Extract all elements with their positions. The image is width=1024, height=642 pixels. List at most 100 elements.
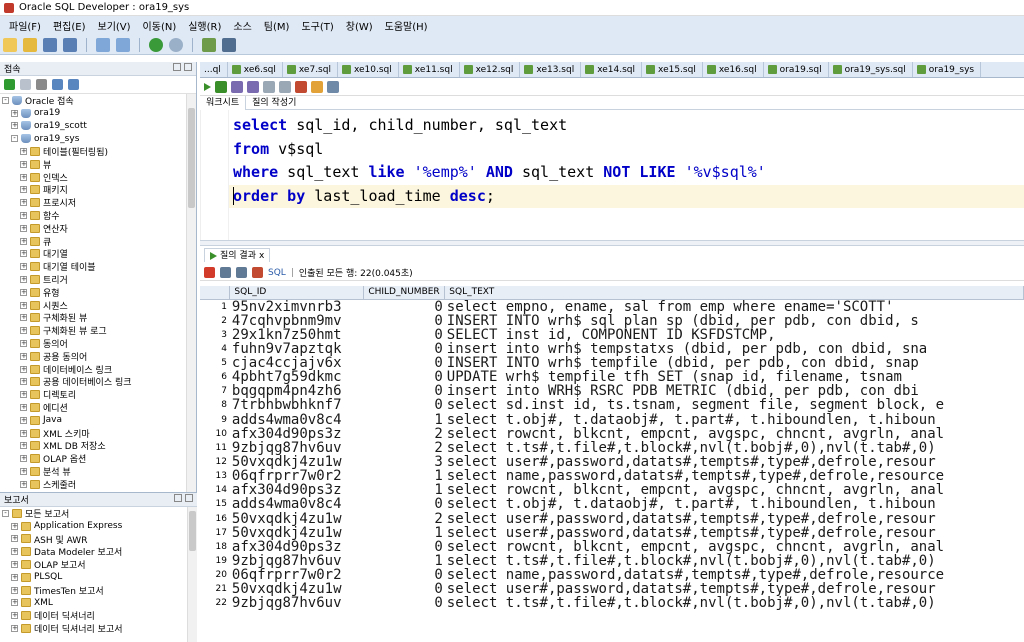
- run-script-icon[interactable]: [215, 80, 227, 93]
- expand-icon[interactable]: +: [20, 148, 27, 156]
- cell-child-number[interactable]: 1: [364, 483, 445, 497]
- expand-icon[interactable]: +: [20, 199, 27, 207]
- menu-item[interactable]: 실행(R): [182, 18, 227, 33]
- binoculars-icon[interactable]: [222, 37, 236, 52]
- cell-child-number[interactable]: 1: [364, 554, 445, 568]
- file-tab[interactable]: ...ql: [200, 62, 228, 77]
- cell-child-number[interactable]: 0: [364, 299, 445, 314]
- commit-icon[interactable]: [231, 80, 243, 93]
- cell-sql-text[interactable]: INSERT INTO wrh$ sql plan sp (dbid, per …: [445, 314, 1024, 328]
- expand-icon[interactable]: +: [20, 212, 27, 220]
- tree-item[interactable]: + 구체화된 뷰: [0, 312, 196, 324]
- connections-scrollbar[interactable]: [186, 94, 196, 494]
- tree-item[interactable]: + 함수: [0, 209, 196, 222]
- code-line[interactable]: select sql_id, child_number, sql_text: [233, 114, 567, 137]
- menu-item[interactable]: 이동(N): [137, 18, 183, 33]
- cell-sql-text[interactable]: select rowcnt, blkcnt, empcnt, avgspc, c…: [445, 540, 1024, 554]
- expand-icon[interactable]: +: [20, 173, 27, 181]
- cell-child-number[interactable]: 0: [364, 384, 445, 398]
- file-tab[interactable]: xe12.sql: [460, 62, 521, 77]
- collapse-icon[interactable]: -: [11, 135, 18, 143]
- refresh-icon[interactable]: [20, 79, 31, 90]
- tree-item[interactable]: + 시퀀스: [0, 299, 196, 312]
- expand-icon[interactable]: +: [20, 378, 27, 386]
- tree-item[interactable]: - ora19_sys: [0, 132, 196, 145]
- tree-item[interactable]: - 모든 보고서: [0, 507, 197, 520]
- column-header[interactable]: SQL_TEXT: [444, 286, 1024, 300]
- expand-icon[interactable]: +: [20, 263, 27, 271]
- tree-item[interactable]: + Application Express: [0, 520, 197, 533]
- rollback-icon[interactable]: [247, 80, 259, 93]
- cell-child-number[interactable]: 0: [364, 328, 445, 342]
- cell-sql-text[interactable]: select t.ts#,t.file#,t.block#,nvl(t.bobj…: [445, 554, 1024, 568]
- tree-item[interactable]: + 트리거: [0, 273, 196, 286]
- new-file-icon[interactable]: [3, 37, 17, 52]
- cell-sql-id[interactable]: 50vxqdkj4zu1w: [230, 511, 364, 525]
- tree-item[interactable]: + 구체화된 뷰 로그: [0, 324, 196, 337]
- cell-child-number[interactable]: 0: [364, 596, 445, 610]
- cell-sql-id[interactable]: 9zbjqg87hv6uv: [230, 596, 364, 610]
- add-connection-icon[interactable]: [4, 79, 15, 90]
- collapse-icon[interactable]: -: [2, 96, 9, 104]
- table-row[interactable]: 9 adds4wma0v8c4 1 select t.obj#, t.dataobj#…: [200, 412, 1024, 427]
- scrollbar-thumb[interactable]: [189, 511, 196, 551]
- expand-icon[interactable]: +: [11, 122, 18, 130]
- tree-item[interactable]: + TimesTen 보고서: [0, 584, 197, 597]
- tree-item[interactable]: + 디렉토리: [0, 388, 196, 401]
- tab-query-result[interactable]: 질의 결과 x: [204, 248, 271, 262]
- result-grid[interactable]: SQL_ID CHILD_NUMBER SQL_TEXT 1 95nv2ximvnrb…: [200, 286, 1024, 642]
- sql-result-icon[interactable]: [252, 267, 263, 278]
- file-tab[interactable]: xe14.sql: [581, 62, 643, 77]
- cell-sql-id[interactable]: 47cqhvpbnm9mv: [230, 314, 364, 328]
- tree-item[interactable]: + 대기열 테이블: [0, 260, 196, 273]
- tree-item[interactable]: + OLAP 옵션: [0, 452, 196, 465]
- tree-item[interactable]: + 동의어: [0, 337, 196, 350]
- expand-icon[interactable]: +: [11, 586, 18, 594]
- cell-sql-text[interactable]: select rowcnt, blkcnt, empcnt, avgspc, c…: [445, 483, 1024, 497]
- expand-icon[interactable]: +: [20, 327, 27, 335]
- cell-sql-text[interactable]: select name,password,datats#,tempts#,typ…: [445, 568, 1024, 582]
- expand-icon[interactable]: +: [20, 455, 27, 463]
- autotrace-icon[interactable]: [279, 80, 291, 93]
- tree-item[interactable]: + XML 스키마: [0, 427, 196, 440]
- menu-item[interactable]: 도움말(H): [379, 18, 434, 33]
- menu-item[interactable]: 파일(F): [3, 18, 47, 33]
- menu-item[interactable]: 창(W): [340, 18, 379, 33]
- cell-sql-id[interactable]: 06qfrprr7w0r2: [230, 469, 364, 483]
- table-row[interactable]: 21 50vxqdkj4zu1w 0 select user#,password,da…: [200, 582, 1024, 597]
- table-row[interactable]: 14 afx304d90ps3z 1 select rowcnt, blkcnt, e…: [200, 483, 1024, 498]
- run-statement-icon[interactable]: [204, 82, 211, 91]
- table-row[interactable]: 8 7trbhbwbhknf7 0 select sd.inst id, ts.tsn…: [200, 398, 1024, 413]
- expand-icon[interactable]: +: [11, 109, 18, 117]
- table-row[interactable]: 5 cjac4ccjajv6x 0 INSERT INTO wrh$ tempfile…: [200, 355, 1024, 371]
- cell-sql-id[interactable]: 50vxqdkj4zu1w: [230, 526, 364, 540]
- forward-icon[interactable]: [169, 37, 183, 52]
- table-row[interactable]: 4 fuhn9v7apztqk 0 insert into wrh$ tempstat…: [200, 341, 1024, 356]
- tree-item[interactable]: + PLSQL: [0, 571, 197, 584]
- table-row[interactable]: 18 afx304d90ps3z 0 select rowcnt, blkcnt, e…: [200, 539, 1024, 554]
- sql-tuning-icon[interactable]: [295, 80, 307, 93]
- clear-icon[interactable]: [311, 80, 323, 93]
- maximize-icon[interactable]: [185, 494, 193, 502]
- cell-sql-text[interactable]: insert into wrh$ tempstatxs (dbid, per p…: [445, 342, 1024, 356]
- minimize-icon[interactable]: [174, 494, 182, 502]
- code-line[interactable]: from v$sql: [233, 138, 323, 161]
- file-tab[interactable]: xe16.sql: [703, 62, 764, 77]
- expand-icon[interactable]: +: [20, 442, 27, 450]
- menu-item[interactable]: 팀(M): [258, 18, 296, 33]
- cell-sql-id[interactable]: 7trbhbwbhknf7: [230, 398, 364, 412]
- table-row[interactable]: 3 29x1kn7z50hmt 0 SELECT inst id, COMPONENT…: [200, 327, 1024, 342]
- cell-child-number[interactable]: 0: [364, 582, 445, 596]
- cell-sql-id[interactable]: afx304d90ps3z: [230, 427, 364, 441]
- menu-item[interactable]: 도구(T): [295, 18, 339, 33]
- cell-sql-text[interactable]: select t.ts#,t.file#,t.block#,nvl(t.bobj…: [445, 596, 1024, 610]
- save-all-icon[interactable]: [63, 37, 77, 52]
- cell-sql-id[interactable]: afx304d90ps3z: [230, 540, 364, 554]
- cell-sql-text[interactable]: select user#,password,datats#,tempts#,ty…: [445, 526, 1024, 540]
- column-header[interactable]: SQL_ID: [229, 286, 365, 300]
- file-tab[interactable]: ora19.sql: [764, 62, 829, 77]
- tree-item[interactable]: + 패키지: [0, 184, 196, 196]
- cell-child-number[interactable]: 0: [364, 568, 445, 582]
- tree-item[interactable]: + 유형: [0, 286, 196, 299]
- maximize-icon[interactable]: [184, 63, 192, 71]
